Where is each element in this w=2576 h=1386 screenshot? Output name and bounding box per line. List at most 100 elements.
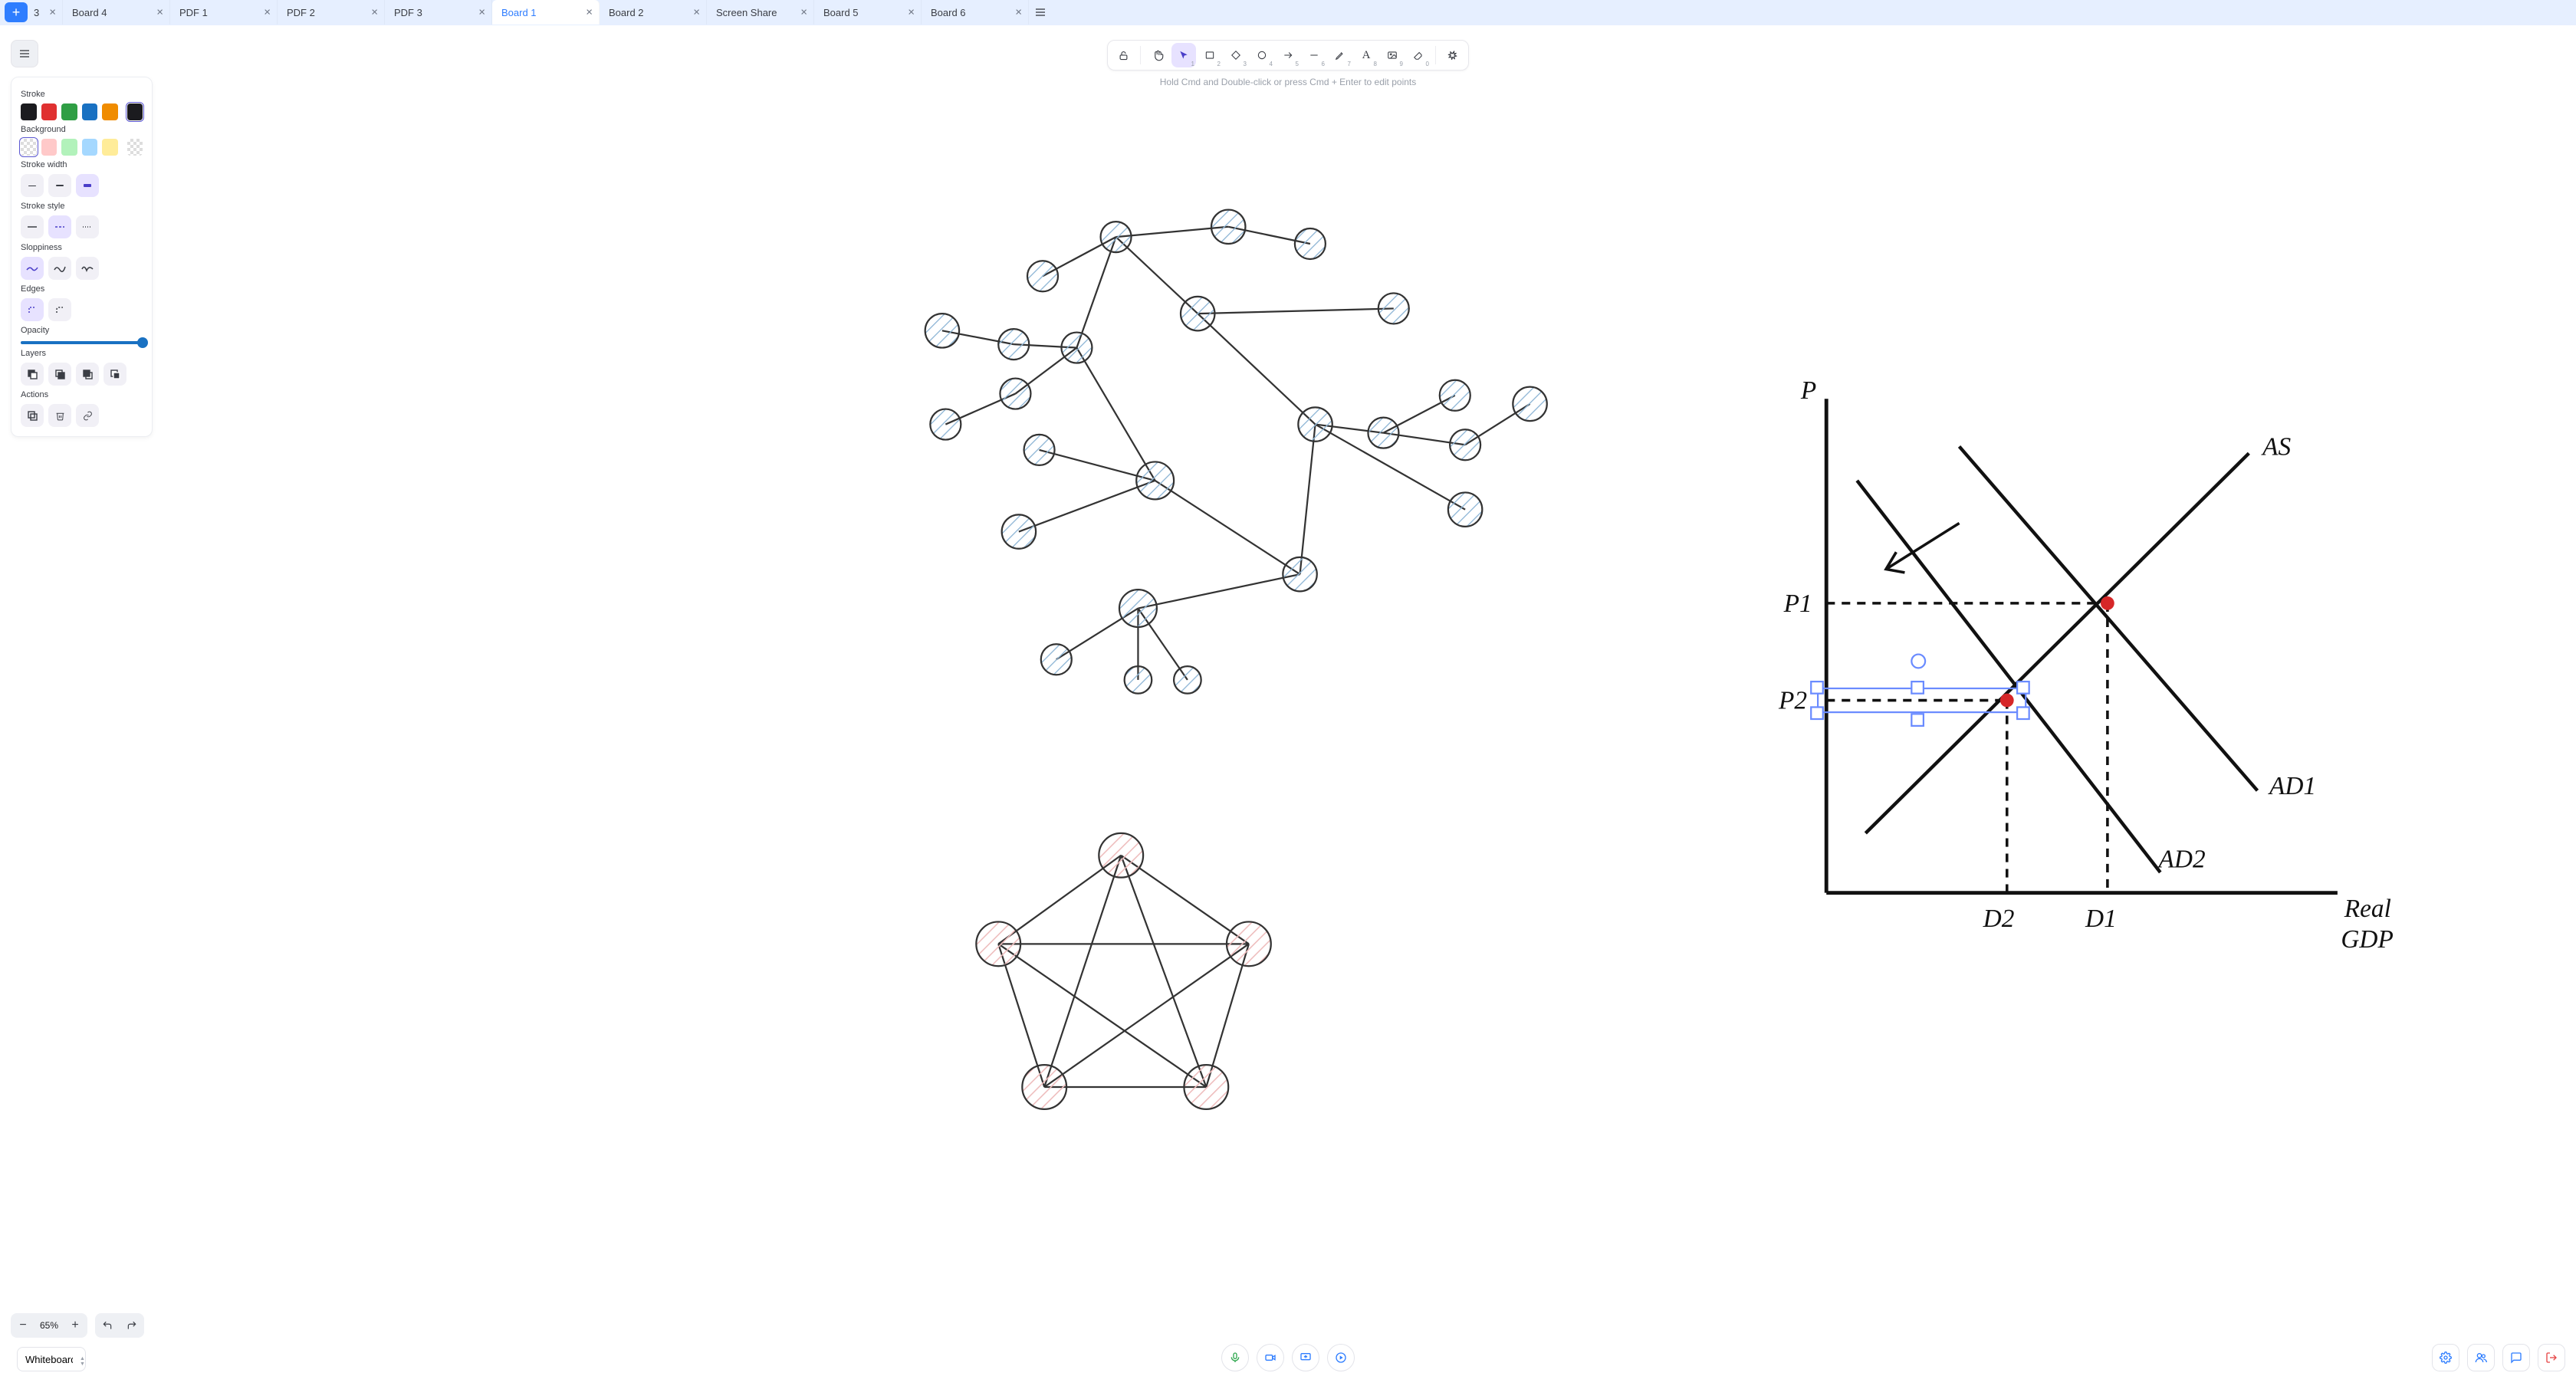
close-icon[interactable]: × xyxy=(478,6,485,19)
bg-color-lightblue[interactable] xyxy=(82,139,98,156)
media-bar xyxy=(1221,1344,1355,1371)
close-icon[interactable]: × xyxy=(1015,6,1022,19)
layer-send-to-back[interactable] xyxy=(21,363,44,386)
tool-hand[interactable] xyxy=(1145,43,1170,67)
tool-eraser[interactable]: 0 xyxy=(1406,43,1431,67)
zoom-out-button[interactable]: − xyxy=(11,1319,35,1332)
stroke-width-medium[interactable] xyxy=(48,174,71,197)
edges-sharp[interactable] xyxy=(21,298,44,321)
tab-label: Board 2 xyxy=(609,7,644,18)
tool-draw[interactable]: 7 xyxy=(1328,43,1352,67)
bg-color-lightgreen[interactable] xyxy=(61,139,77,156)
tab-pdf-2[interactable]: PDF 2 × xyxy=(278,0,385,25)
tab-board-4[interactable]: Board 4 × xyxy=(63,0,170,25)
participants-button[interactable] xyxy=(2467,1344,2495,1371)
sloppiness-artist[interactable] xyxy=(48,257,71,280)
stroke-color-blue[interactable] xyxy=(82,103,98,120)
stroke-style-dotted[interactable] xyxy=(76,215,99,238)
tool-hotkey: 1 xyxy=(1191,61,1194,67)
econ-label-d2: D2 xyxy=(1983,905,2015,933)
close-icon[interactable]: × xyxy=(264,6,271,19)
board-title-input[interactable] xyxy=(17,1347,86,1371)
stroke-width-thin[interactable] xyxy=(21,174,44,197)
tool-line[interactable]: 6 xyxy=(1302,43,1326,67)
title-stepper[interactable]: ▲▼ xyxy=(80,1356,85,1367)
undo-button[interactable] xyxy=(95,1320,120,1331)
stroke-width-label: Stroke width xyxy=(21,160,143,169)
canvas[interactable]: P AS AD1 AD2 P1 P2 D1 D2 Real GDP xyxy=(0,25,2576,1382)
tab-truncated-left[interactable]: 3 × xyxy=(32,0,63,25)
close-icon[interactable]: × xyxy=(586,6,593,19)
stroke-color-black[interactable] xyxy=(21,103,37,120)
tool-hotkey: 2 xyxy=(1217,61,1221,67)
camera-button[interactable] xyxy=(1257,1344,1284,1371)
close-icon[interactable]: × xyxy=(156,6,163,19)
econ-label-p1: P1 xyxy=(1783,590,1812,618)
opacity-label: Opacity xyxy=(21,326,143,335)
stroke-width-thick[interactable] xyxy=(76,174,99,197)
stroke-color-orange[interactable] xyxy=(102,103,118,120)
tool-ellipse[interactable]: 4 xyxy=(1250,43,1274,67)
tab-label: Board 5 xyxy=(823,7,859,18)
stroke-style-solid[interactable] xyxy=(21,215,44,238)
zoom-level[interactable]: 65% xyxy=(35,1320,63,1331)
bg-color-current[interactable] xyxy=(127,139,143,156)
zoom-in-button[interactable]: + xyxy=(63,1319,87,1332)
close-icon[interactable]: × xyxy=(371,6,378,19)
bg-color-transparent[interactable] xyxy=(21,139,37,156)
stroke-style-dashed[interactable] xyxy=(48,215,71,238)
tab-board-5[interactable]: Board 5 × xyxy=(814,0,922,25)
tab-screen-share[interactable]: Screen Share × xyxy=(707,0,814,25)
action-delete[interactable] xyxy=(48,404,71,427)
close-icon[interactable]: × xyxy=(800,6,807,19)
tool-laser[interactable] xyxy=(1441,43,1465,67)
tab-pdf-1[interactable]: PDF 1 × xyxy=(170,0,278,25)
econ-axis-x2: GDP xyxy=(2341,925,2394,954)
leave-button[interactable] xyxy=(2538,1344,2565,1371)
tab-board-1[interactable]: Board 1 × xyxy=(492,0,600,25)
actions-label: Actions xyxy=(21,390,143,399)
bg-color-lightyellow[interactable] xyxy=(102,139,118,156)
layer-bring-to-front[interactable] xyxy=(104,363,127,386)
tool-select[interactable]: 1 xyxy=(1171,43,1196,67)
tool-image[interactable]: 9 xyxy=(1380,43,1405,67)
tab-board-2[interactable]: Board 2 × xyxy=(600,0,707,25)
tabs-overflow-button[interactable] xyxy=(1029,0,1052,25)
tool-text[interactable]: A 8 xyxy=(1354,43,1378,67)
tab-strip: + 3 × Board 4 × PDF 1 × PDF 2 × PDF 3 × … xyxy=(0,0,2576,25)
bg-color-lightred[interactable] xyxy=(41,139,58,156)
right-bottom-bar xyxy=(2432,1344,2565,1371)
redo-button[interactable] xyxy=(120,1320,144,1331)
opacity-slider[interactable] xyxy=(21,341,143,344)
tab-board-6[interactable]: Board 6 × xyxy=(922,0,1029,25)
close-icon[interactable]: × xyxy=(693,6,700,19)
chat-button[interactable] xyxy=(2502,1344,2530,1371)
action-duplicate[interactable] xyxy=(21,404,44,427)
play-button[interactable] xyxy=(1327,1344,1355,1371)
tool-arrow[interactable]: 5 xyxy=(1276,43,1300,67)
stroke-color-current[interactable] xyxy=(127,103,143,120)
menu-button[interactable] xyxy=(11,40,38,67)
layer-bring-forward[interactable] xyxy=(76,363,99,386)
settings-button[interactable] xyxy=(2432,1344,2459,1371)
stroke-color-red[interactable] xyxy=(41,103,58,120)
mic-button[interactable] xyxy=(1221,1344,1249,1371)
layer-send-backward[interactable] xyxy=(48,363,71,386)
sloppiness-cartoonist[interactable] xyxy=(76,257,99,280)
sloppiness-architect[interactable] xyxy=(21,257,44,280)
econ-label-ad1: AD1 xyxy=(2268,772,2316,800)
edges-round[interactable] xyxy=(48,298,71,321)
tool-lock[interactable] xyxy=(1111,43,1135,67)
tool-rectangle[interactable]: 2 xyxy=(1198,43,1222,67)
tool-diamond[interactable]: 3 xyxy=(1224,43,1248,67)
stroke-section-label: Stroke xyxy=(21,90,143,99)
tool-hotkey: 0 xyxy=(1426,61,1429,67)
add-tab-button[interactable]: + xyxy=(5,2,28,22)
share-screen-button[interactable] xyxy=(1292,1344,1319,1371)
tab-label: PDF 1 xyxy=(179,7,208,18)
stroke-color-green[interactable] xyxy=(61,103,77,120)
action-link[interactable] xyxy=(76,404,99,427)
tab-pdf-3[interactable]: PDF 3 × xyxy=(385,0,492,25)
close-icon[interactable]: × xyxy=(49,6,56,19)
close-icon[interactable]: × xyxy=(908,6,915,19)
